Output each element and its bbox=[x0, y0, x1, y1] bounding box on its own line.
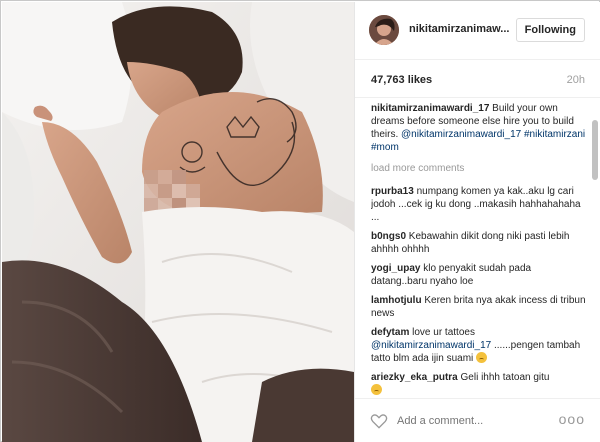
comment-item: ariezky_eka_putra Geli ihhh tatoan gitu bbox=[371, 371, 587, 397]
likes-count[interactable]: 47,763 likes bbox=[371, 74, 432, 86]
comment-mention[interactable]: @nikitamirzanimawardi_17 bbox=[371, 340, 491, 351]
post-header: nikitamirzanimaw... Following bbox=[355, 2, 600, 60]
comment-username[interactable]: ariezky_eka_putra bbox=[371, 372, 458, 383]
comment-username[interactable]: b0ngs0 bbox=[371, 231, 406, 242]
comment-username[interactable]: defytam bbox=[371, 327, 409, 338]
avatar-image bbox=[369, 15, 399, 45]
more-options-icon[interactable]: ooo bbox=[559, 411, 585, 427]
comment-username[interactable]: yogi_upay bbox=[371, 263, 420, 274]
post-author-username[interactable]: nikitamirzanimaw... bbox=[409, 23, 509, 35]
caption-username[interactable]: nikitamirzanimawardi_17 bbox=[371, 103, 489, 114]
instagram-post-window: nikitamirzanimaw... Following 47,763 lik… bbox=[0, 0, 600, 442]
post-timestamp[interactable]: 20h bbox=[567, 74, 585, 86]
heart-outline-icon[interactable] bbox=[369, 411, 389, 431]
scrollbar-thumb[interactable] bbox=[592, 120, 598, 180]
sad-face-emoji-icon bbox=[476, 352, 488, 363]
comment-item: defytam love ur tattoes @nikitamirzanima… bbox=[371, 326, 587, 365]
comment-username[interactable]: lamhotjulu bbox=[371, 295, 422, 306]
post-photo[interactable] bbox=[2, 2, 354, 442]
comment-item: yogi_upay klo penyakit sudah pada datang… bbox=[371, 262, 587, 288]
comments-scrollbar[interactable] bbox=[592, 102, 598, 398]
caption-mention[interactable]: @nikitamirzanimawardi_17 bbox=[401, 129, 521, 140]
following-button[interactable]: Following bbox=[515, 18, 585, 42]
comment-text: love ur tattoes bbox=[412, 327, 475, 338]
add-comment-input[interactable] bbox=[397, 413, 547, 429]
caption: nikitamirzanimawardi_17 Build your own d… bbox=[371, 102, 587, 154]
comment-username[interactable]: rpurba13 bbox=[371, 186, 414, 197]
post-image bbox=[2, 2, 354, 442]
comment-text: Geli ihhh tatoan gitu bbox=[460, 372, 550, 383]
post-details-panel: nikitamirzanimaw... Following 47,763 lik… bbox=[354, 2, 600, 442]
comment-item: b0ngs0 Kebawahin dikit dong niki pasti l… bbox=[371, 230, 587, 256]
post-stats: 47,763 likes 20h bbox=[355, 60, 600, 98]
comment-item: rpurba13 numpang komen ya kak..aku lg ca… bbox=[371, 185, 587, 224]
comment-item: lamhotjulu Keren brita nya akak incess d… bbox=[371, 294, 587, 320]
comments-list[interactable]: nikitamirzanimawardi_17 Build your own d… bbox=[371, 102, 587, 398]
fearful-face-emoji-icon bbox=[371, 384, 382, 395]
avatar[interactable] bbox=[369, 15, 399, 45]
post-footer: ooo bbox=[355, 398, 600, 442]
load-more-comments-link[interactable]: load more comments bbox=[371, 162, 587, 175]
